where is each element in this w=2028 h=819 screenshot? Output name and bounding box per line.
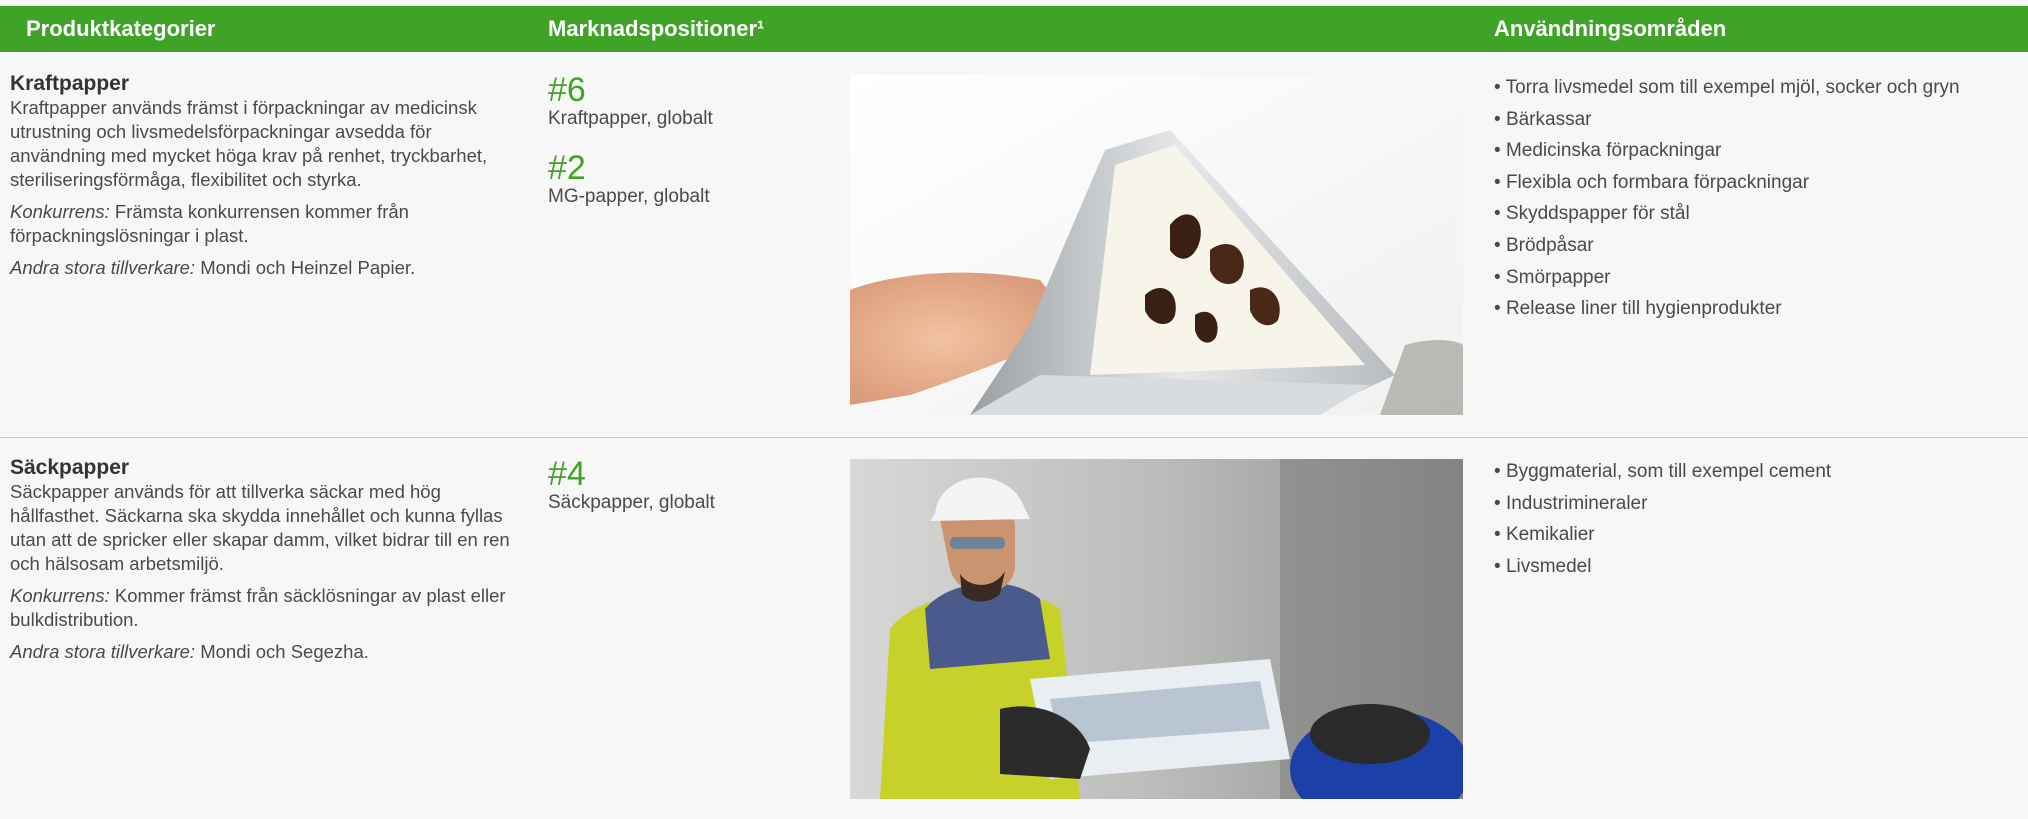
market-positions: #4 Säckpapper, globalt xyxy=(548,456,828,534)
sack-paper-photo xyxy=(850,459,1463,799)
product-text: Kraftpapper används främst i förpackning… xyxy=(10,97,488,190)
list-item: Livsmedel xyxy=(1494,551,2014,583)
rank-number: #4 xyxy=(548,455,586,493)
list-item: Industrimineraler xyxy=(1494,488,2014,520)
kraft-paper-photo xyxy=(850,75,1463,415)
manufacturers-note: Andra stora tillverkare: Mondi och Segez… xyxy=(10,641,369,662)
header-product-categories: Produktkategorier xyxy=(26,16,216,41)
rank-label: MG-papper, globalt xyxy=(548,186,710,207)
rank-number: #2 xyxy=(548,149,586,187)
competition-note: Konkurrens: Kommer främst från säcklösni… xyxy=(10,585,506,630)
list-item: Torra livsmedel som till exempel mjöl, s… xyxy=(1494,72,2014,104)
list-item: Medicinska förpackningar xyxy=(1494,135,2014,167)
rank-number: #6 xyxy=(548,71,586,109)
market-positions: #6 Kraftpapper, globalt #2 MG-papper, gl… xyxy=(548,72,828,228)
list-item: Smörpapper xyxy=(1494,262,2014,294)
list-item: Skyddspapper för stål xyxy=(1494,198,2014,230)
row-divider xyxy=(0,437,2028,438)
rank-label: Kraftpapper, globalt xyxy=(548,108,713,129)
list-item: Release liner till hygienprodukter xyxy=(1494,293,2014,325)
product-text: Säckpapper används för att tillverka säc… xyxy=(10,481,510,574)
usage-list: Byggmaterial, som till exempel cement In… xyxy=(1494,456,2014,582)
product-title: Kraftpapper xyxy=(10,72,130,95)
list-item: Byggmaterial, som till exempel cement xyxy=(1494,456,2014,488)
header-market-positions: Marknadspositioner¹ xyxy=(548,16,765,41)
list-item: Flexibla och formbara förpackningar xyxy=(1494,167,2014,199)
list-item: Bärkassar xyxy=(1494,104,2014,136)
list-item: Brödpåsar xyxy=(1494,230,2014,262)
list-item: Kemikalier xyxy=(1494,519,2014,551)
product-description: Säckpapper Säckpapper används för att ti… xyxy=(10,456,530,664)
header-usage-areas: Användningsområden xyxy=(1494,16,1727,41)
manufacturers-note: Andra stora tillverkare: Mondi och Heinz… xyxy=(10,257,416,278)
rank-label: Säckpapper, globalt xyxy=(548,492,715,513)
competition-note: Konkurrens: Främsta konkurrensen kommer … xyxy=(10,201,409,246)
product-title: Säckpapper xyxy=(10,456,130,479)
usage-list: Torra livsmedel som till exempel mjöl, s… xyxy=(1494,72,2014,325)
product-description: Kraftpapper Kraftpapper används främst i… xyxy=(10,72,530,280)
table-header: Produktkategorier Marknadspositioner¹ An… xyxy=(0,6,2028,52)
